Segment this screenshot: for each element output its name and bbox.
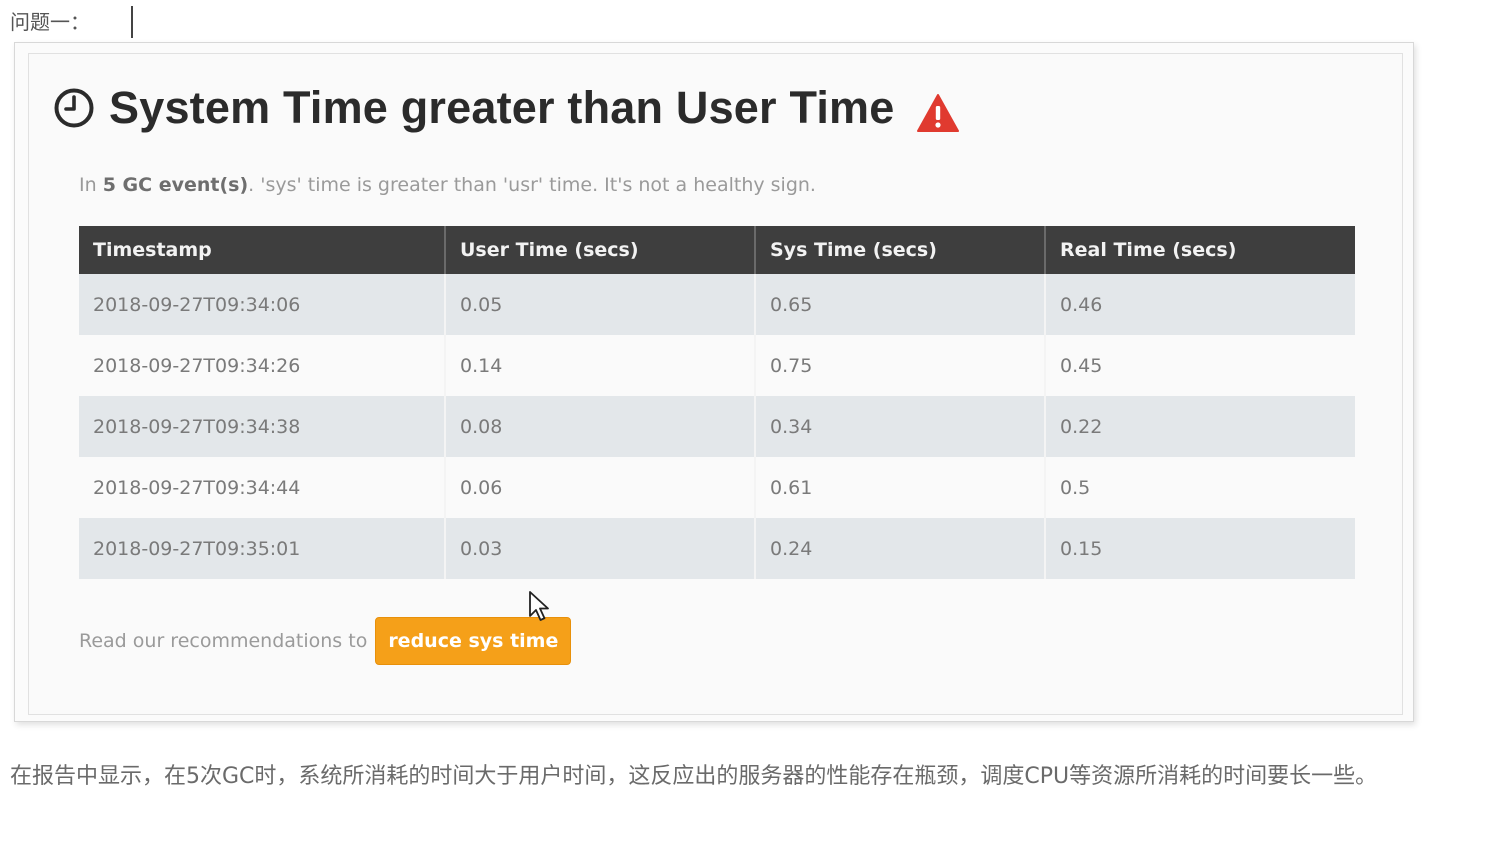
report-card-inner: System Time greater than User Time In 5 … <box>28 53 1403 715</box>
clock-icon <box>54 88 94 128</box>
summary-suffix: . 'sys' time is greater than 'usr' time.… <box>248 174 816 196</box>
table-row: 2018-09-27T09:34:44 0.06 0.61 0.5 <box>79 457 1355 518</box>
cell-real-time: 0.5 <box>1044 457 1355 518</box>
table-row: 2018-09-27T09:35:01 0.03 0.24 0.15 <box>79 518 1355 579</box>
cell-user-time: 0.05 <box>444 274 755 335</box>
gc-event-count: 5 GC event(s) <box>102 174 249 196</box>
table-header-row: Timestamp User Time (secs) Sys Time (sec… <box>79 226 1355 274</box>
cell-user-time: 0.14 <box>444 335 755 396</box>
table-row: 2018-09-27T09:34:38 0.08 0.34 0.22 <box>79 396 1355 457</box>
cell-real-time: 0.15 <box>1044 518 1355 579</box>
cell-sys-time: 0.61 <box>754 457 1045 518</box>
text-cursor <box>131 6 133 38</box>
column-header-user-time: User Time (secs) <box>444 226 755 274</box>
cell-timestamp: 2018-09-27T09:34:06 <box>79 274 445 335</box>
recommendation-row: Read our recommendations to reduce sys t… <box>79 617 572 665</box>
cell-real-time: 0.45 <box>1044 335 1355 396</box>
recommendation-text: Read our recommendations to <box>79 630 368 652</box>
table-row: 2018-09-27T09:34:26 0.14 0.75 0.45 <box>79 335 1355 396</box>
cell-user-time: 0.06 <box>444 457 755 518</box>
section-heading: 问题一： <box>10 10 90 34</box>
mouse-pointer-icon <box>529 591 549 621</box>
cell-timestamp: 2018-09-27T09:35:01 <box>79 518 445 579</box>
table-row: 2018-09-27T09:34:06 0.05 0.65 0.46 <box>79 274 1355 335</box>
cell-sys-time: 0.65 <box>754 274 1045 335</box>
cell-timestamp: 2018-09-27T09:34:26 <box>79 335 445 396</box>
cell-timestamp: 2018-09-27T09:34:38 <box>79 396 445 457</box>
cell-timestamp: 2018-09-27T09:34:44 <box>79 457 445 518</box>
column-header-timestamp: Timestamp <box>79 226 445 274</box>
cell-real-time: 0.46 <box>1044 274 1355 335</box>
gc-time-table: Timestamp User Time (secs) Sys Time (sec… <box>79 226 1355 579</box>
cell-real-time: 0.22 <box>1044 396 1355 457</box>
summary-prefix: In <box>79 174 97 196</box>
note-paragraph: 在报告中显示，在5次GC时，系统所消耗的时间大于用户时间，这反应出的服务器的性能… <box>10 764 1378 789</box>
cell-user-time: 0.03 <box>444 518 755 579</box>
cell-sys-time: 0.34 <box>754 396 1045 457</box>
cell-sys-time: 0.24 <box>754 518 1045 579</box>
reduce-sys-time-button[interactable]: reduce sys time <box>375 617 572 665</box>
cell-user-time: 0.08 <box>444 396 755 457</box>
summary-text: In 5 GC event(s). 'sys' time is greater … <box>79 174 816 196</box>
column-header-sys-time: Sys Time (secs) <box>754 226 1045 274</box>
cell-sys-time: 0.75 <box>754 335 1045 396</box>
report-card: System Time greater than User Time In 5 … <box>14 42 1414 722</box>
column-header-real-time: Real Time (secs) <box>1044 226 1355 274</box>
card-title-row: System Time greater than User Time <box>53 82 960 134</box>
card-title: System Time greater than User Time <box>109 82 895 133</box>
warning-icon <box>917 94 960 132</box>
